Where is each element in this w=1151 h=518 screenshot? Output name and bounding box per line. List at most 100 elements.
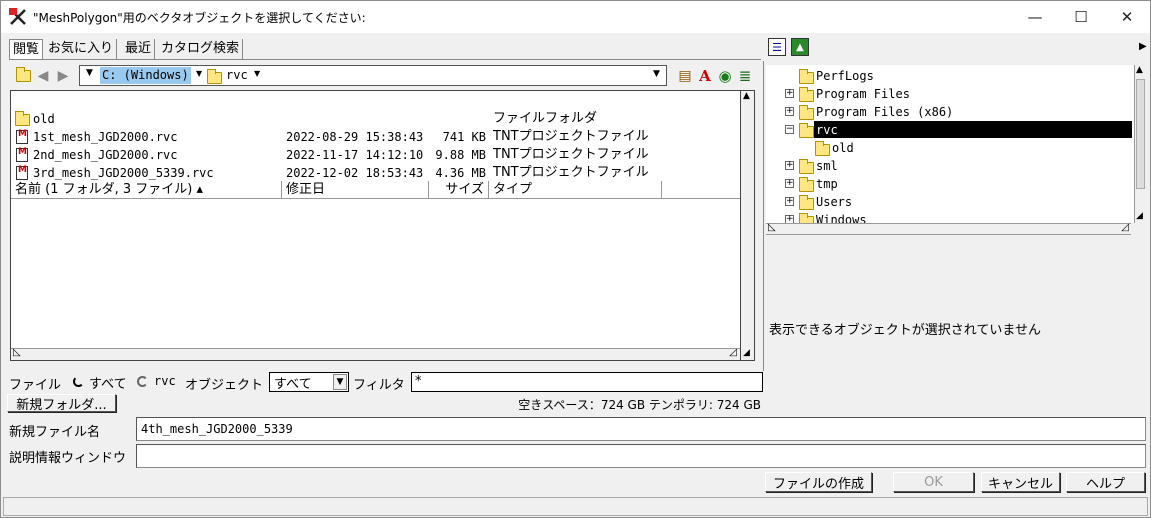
- column-type[interactable]: タイプ: [489, 181, 662, 199]
- scroll-down-icon[interactable]: ◢: [1136, 211, 1143, 221]
- scroll-down-icon[interactable]: ◢: [743, 348, 750, 358]
- radio-all[interactable]: [73, 376, 84, 387]
- folder-icon: [815, 141, 830, 156]
- tree-item-users[interactable]: + Users: [766, 193, 1135, 211]
- list-item[interactable]: 3rd_mesh_JGD2000_5339.rvc 2022-12-02 18:…: [11, 164, 740, 182]
- expand-icon[interactable]: +: [785, 197, 794, 206]
- file-size: 4.36 MB: [435, 166, 486, 180]
- tree-view-icon[interactable]: ☰: [768, 38, 786, 56]
- tree-vertical-scrollbar[interactable]: ▲ ◢: [1134, 65, 1146, 223]
- tree-item-perflogs[interactable]: PerfLogs: [766, 67, 1135, 85]
- filter-input[interactable]: *: [411, 372, 763, 392]
- preview-message: 表示できるオブジェクトが選択されていません: [769, 323, 1041, 338]
- file-modified: 2022-12-02 18:53:43: [286, 166, 424, 180]
- folder-icon: [799, 69, 814, 84]
- chevron-down-icon[interactable]: ▼: [333, 374, 347, 390]
- file-list[interactable]: 名前 (1 フォルダ, 3 ファイル) ▴ 修正日 サイズ タイプ old ファ…: [10, 90, 741, 361]
- file-modified: 2022-08-29 15:38:43: [286, 130, 424, 144]
- drive-dropdown-icon[interactable]: ▼: [196, 69, 202, 78]
- close-button[interactable]: ✕: [1104, 1, 1150, 33]
- scroll-up-icon[interactable]: ▲: [1136, 65, 1143, 75]
- scroll-left-icon[interactable]: ◺: [13, 347, 21, 358]
- collapse-icon[interactable]: −: [785, 125, 794, 134]
- cancel-button[interactable]: キャンセル: [981, 472, 1060, 492]
- folder-dropdown-icon[interactable]: ▼: [254, 69, 260, 78]
- panel-scroll-right-icon[interactable]: ▶: [1139, 41, 1147, 52]
- map-view-icon[interactable]: ▲: [791, 38, 809, 56]
- scroll-right-icon[interactable]: ◿: [729, 347, 737, 358]
- list-item[interactable]: 2nd_mesh_JGD2000.rvc 2022-11-17 14:12:10…: [11, 146, 740, 164]
- column-name[interactable]: 名前 (1 フォルダ, 3 ファイル) ▴: [11, 181, 282, 199]
- radio-rvc-label[interactable]: rvc: [154, 374, 176, 388]
- tree-horizontal-scrollbar[interactable]: ◺ ◿: [766, 222, 1131, 235]
- tree-label: tmp: [816, 177, 838, 191]
- folder-icon: [799, 177, 814, 192]
- tree-label: sml: [816, 159, 838, 173]
- drive-segment[interactable]: C: (Windows): [100, 67, 191, 84]
- object-select[interactable]: すべて ▼: [269, 372, 349, 392]
- list-item[interactable]: old ファイルフォルダ: [11, 110, 740, 128]
- tree-item-program-files[interactable]: + Program Files: [766, 85, 1135, 103]
- path-history-dropdown-icon[interactable]: ▼: [86, 68, 93, 78]
- tab-browse[interactable]: 閲覧: [9, 39, 44, 59]
- folder-segment[interactable]: rvc: [226, 67, 248, 84]
- folder-icon: [799, 123, 814, 138]
- file-type: TNTプロジェクトファイル: [493, 165, 649, 180]
- tree-item-windows[interactable]: + Windows: [766, 211, 1135, 223]
- tree-label: Program Files: [816, 87, 910, 101]
- path-combo[interactable]: ▼ C: (Windows) ▼ rvc ▼ ▼: [79, 65, 667, 86]
- horizontal-scrollbar[interactable]: ◺ ◿: [11, 347, 740, 360]
- expand-icon[interactable]: +: [785, 179, 794, 188]
- description-input[interactable]: [136, 444, 1146, 468]
- file-name: 1st_mesh_JGD2000.rvc: [33, 130, 178, 144]
- new-folder-button[interactable]: 新規フォルダ...: [7, 394, 116, 413]
- maximize-button[interactable]: ☐: [1058, 1, 1104, 33]
- folder-tree[interactable]: PerfLogs + Program Files + Program Files…: [766, 65, 1135, 223]
- scroll-up-icon[interactable]: ▲: [743, 91, 750, 101]
- minimize-button[interactable]: —: [1012, 1, 1058, 33]
- ok-button[interactable]: OK: [893, 472, 974, 492]
- column-filler: [662, 181, 740, 199]
- column-modified[interactable]: 修正日: [282, 181, 429, 199]
- new-file-name-input[interactable]: 4th_mesh_JGD2000_5339: [136, 417, 1146, 441]
- up-folder-icon[interactable]: [14, 67, 32, 84]
- filter-label: フィルタ: [353, 378, 405, 393]
- list-item[interactable]: 1st_mesh_JGD2000.rvc 2022-08-29 15:38:43…: [11, 128, 740, 146]
- help-button[interactable]: ヘルプ: [1066, 472, 1145, 492]
- expand-icon[interactable]: +: [785, 107, 794, 116]
- tab-catalog-search[interactable]: カタログ検索: [158, 39, 244, 59]
- catalog-icon[interactable]: ▤: [676, 67, 694, 85]
- radio-rvc[interactable]: [137, 376, 148, 387]
- tree-item-tmp[interactable]: + tmp: [766, 175, 1135, 193]
- radio-all-label[interactable]: すべて: [89, 373, 127, 392]
- file-type: TNTプロジェクトファイル: [493, 129, 649, 144]
- expand-icon[interactable]: +: [785, 161, 794, 170]
- create-file-button[interactable]: ファイルの作成: [765, 472, 872, 492]
- font-icon[interactable]: A: [696, 67, 714, 85]
- forward-arrow-icon[interactable]: ▶: [55, 68, 71, 84]
- tree-item-old[interactable]: old: [766, 139, 1135, 157]
- rvc-file-icon: [16, 147, 28, 162]
- tree-item-sml[interactable]: + sml: [766, 157, 1135, 175]
- tab-favorites[interactable]: お気に入り: [45, 39, 118, 59]
- folder-icon: [15, 111, 30, 126]
- scroll-left-icon[interactable]: ◺: [768, 222, 776, 233]
- list-view-icon[interactable]: ≣: [736, 67, 754, 85]
- tree-selection: [814, 121, 1132, 138]
- path-dropdown-icon[interactable]: ▼: [653, 69, 660, 79]
- back-arrow-icon[interactable]: ◀: [35, 68, 51, 84]
- scroll-right-icon[interactable]: ◿: [1121, 222, 1129, 233]
- scroll-thumb[interactable]: [1136, 79, 1145, 189]
- expand-icon[interactable]: +: [785, 89, 794, 98]
- tree-label: Program Files (x86): [816, 105, 954, 119]
- dialog-window: "MeshPolygon"用のベクタオブジェクトを選択してください: — ☐ ✕…: [0, 0, 1151, 518]
- expand-icon[interactable]: +: [785, 215, 794, 223]
- panel-divider: [763, 61, 764, 371]
- globe-icon[interactable]: ◉: [716, 67, 734, 85]
- tab-recent[interactable]: 最近: [122, 39, 156, 59]
- tree-item-rvc[interactable]: − rvc: [766, 121, 1135, 139]
- column-size[interactable]: サイズ: [429, 181, 489, 199]
- tree-item-program-files-x86[interactable]: + Program Files (x86): [766, 103, 1135, 121]
- tab-underline: [9, 59, 761, 60]
- list-vertical-scrollbar[interactable]: ▲ ◢: [741, 90, 755, 361]
